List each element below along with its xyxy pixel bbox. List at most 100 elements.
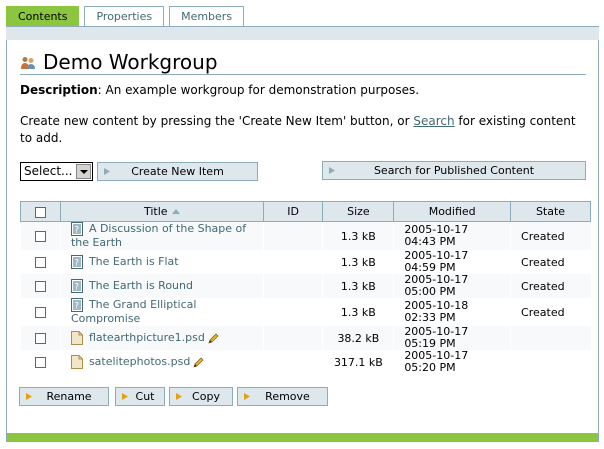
document-icon: ? (70, 255, 83, 269)
modified-time: 02:33 PM (404, 311, 456, 324)
item-state: Created (510, 250, 591, 274)
pencil-icon[interactable] (193, 357, 204, 368)
document-icon: ? (70, 222, 83, 236)
select-all-checkbox[interactable] (34, 206, 46, 218)
modified-header[interactable]: Modified (393, 201, 512, 222)
item-modified: 2005-10-17 04:59 PM (393, 250, 511, 274)
tab-bar: Contents Properties Members (6, 6, 249, 26)
item-size: 317.1 kB (322, 350, 394, 374)
select-all-header (20, 201, 61, 222)
svg-text:?: ? (74, 283, 79, 293)
item-size: 1.3 kB (322, 221, 394, 250)
table-row: flatearthpicture1.psd 38.2 kB 2005-10-17… (20, 326, 591, 350)
row-checkbox[interactable] (35, 281, 46, 292)
type-select[interactable]: Select... (20, 162, 93, 181)
remove-label: Remove (265, 390, 310, 403)
size-header[interactable]: Size (322, 201, 395, 222)
item-id (262, 326, 323, 350)
group-icon (21, 57, 35, 69)
file-icon (70, 331, 83, 345)
search-published-label: Search for Published Content (373, 164, 535, 177)
item-state (510, 326, 591, 350)
tab-properties[interactable]: Properties (84, 6, 165, 26)
item-title-link[interactable]: flatearthpicture1.psd (89, 331, 205, 344)
item-title-link[interactable]: The Earth is Round (89, 279, 193, 292)
arrow-bullet-icon (176, 393, 182, 400)
table-row: ? The Earth is Flat 1.3 kB 2005-10-17 04:5… (20, 250, 591, 274)
description: Description: An example workgroup for de… (20, 83, 419, 97)
type-select-value: Select... (24, 164, 73, 178)
intro-text: Create new content by pressing the 'Crea… (20, 113, 580, 147)
arrow-bullet-icon (104, 168, 110, 175)
item-state: Created (510, 298, 591, 326)
item-id (262, 250, 323, 274)
copy-label: Copy (192, 390, 220, 403)
cut-label: Cut (135, 390, 155, 403)
item-id (262, 221, 323, 250)
item-size: 38.2 kB (322, 326, 394, 350)
item-state: Created (510, 274, 591, 298)
file-icon (70, 355, 83, 369)
item-id (262, 350, 323, 374)
item-title-link[interactable]: The Earth is Flat (89, 255, 179, 268)
item-modified: 2005-10-17 04:43 PM (393, 221, 511, 250)
svg-text:?: ? (74, 302, 79, 312)
table-row: ? A Discussion of the Shape of the Earth … (20, 221, 591, 250)
create-new-item-label: Create New Item (131, 165, 224, 178)
row-checkbox[interactable] (35, 357, 46, 368)
item-modified: 2005-10-17 05:20 PM (393, 350, 511, 374)
pencil-icon[interactable] (208, 333, 219, 344)
arrow-bullet-icon (26, 393, 32, 400)
tab-strip (6, 26, 599, 40)
page-title: Demo Workgroup (20, 49, 586, 75)
title-header[interactable]: Title (59, 201, 264, 222)
tab-contents[interactable]: Contents (6, 6, 80, 26)
item-state: Created (510, 221, 591, 250)
item-modified: 2005-10-17 05:19 PM (393, 326, 511, 350)
svg-text:?: ? (74, 226, 79, 236)
sort-ascending-icon (171, 209, 180, 214)
item-size: 1.3 kB (322, 274, 394, 298)
item-size: 1.3 kB (322, 250, 394, 274)
remove-button[interactable]: Remove (237, 387, 328, 406)
contents-table: Title ID Size Modified State ? A Discussi… (20, 201, 591, 374)
search-link[interactable]: Search (413, 114, 454, 128)
table-row: ? The Earth is Round 1.3 kB 2005-10-17 05:… (20, 274, 591, 298)
rename-button[interactable]: Rename (19, 387, 109, 406)
document-icon: ? (70, 279, 83, 293)
state-header[interactable]: State (510, 201, 591, 222)
chevron-down-icon[interactable] (76, 164, 91, 179)
document-icon: ? (70, 298, 83, 312)
title-header-label: Title (144, 205, 168, 218)
row-checkbox[interactable] (35, 231, 46, 242)
search-published-button[interactable]: Search for Published Content (322, 161, 586, 180)
description-text: : An example workgroup for demonstration… (97, 83, 420, 97)
item-id (262, 274, 323, 298)
modified-time: 04:43 PM (404, 235, 456, 248)
svg-text:?: ? (74, 259, 79, 269)
content-panel: Demo Workgroup Description: An example w… (6, 40, 599, 442)
panel-bottom-bar (7, 433, 598, 441)
arrow-bullet-icon (244, 393, 250, 400)
item-title-link[interactable]: The Grand Elliptical Compromise (71, 298, 197, 325)
modified-time: 05:20 PM (404, 361, 456, 374)
create-new-item-button[interactable]: Create New Item (97, 162, 258, 181)
id-header[interactable]: ID (262, 201, 324, 222)
item-state (510, 350, 591, 374)
tab-members[interactable]: Members (169, 6, 245, 26)
row-checkbox[interactable] (35, 257, 46, 268)
copy-button[interactable]: Copy (169, 387, 233, 406)
item-modified: 2005-10-18 02:33 PM (393, 298, 511, 326)
rename-label: Rename (46, 390, 92, 403)
table-row: ? The Grand Elliptical Compromise 1.3 kB … (20, 298, 591, 326)
item-title-link[interactable]: A Discussion of the Shape of the Earth (71, 222, 246, 249)
item-modified: 2005-10-17 05:00 PM (393, 274, 511, 298)
arrow-bullet-icon (329, 167, 335, 174)
table-row: satelitephotos.psd 317.1 kB 2005-10-17 05… (20, 350, 591, 374)
row-checkbox[interactable] (35, 307, 46, 318)
modified-time: 05:00 PM (404, 285, 456, 298)
page-title-text: Demo Workgroup (43, 50, 218, 74)
cut-button[interactable]: Cut (115, 387, 165, 406)
row-checkbox[interactable] (35, 333, 46, 344)
item-title-link[interactable]: satelitephotos.psd (89, 355, 190, 368)
